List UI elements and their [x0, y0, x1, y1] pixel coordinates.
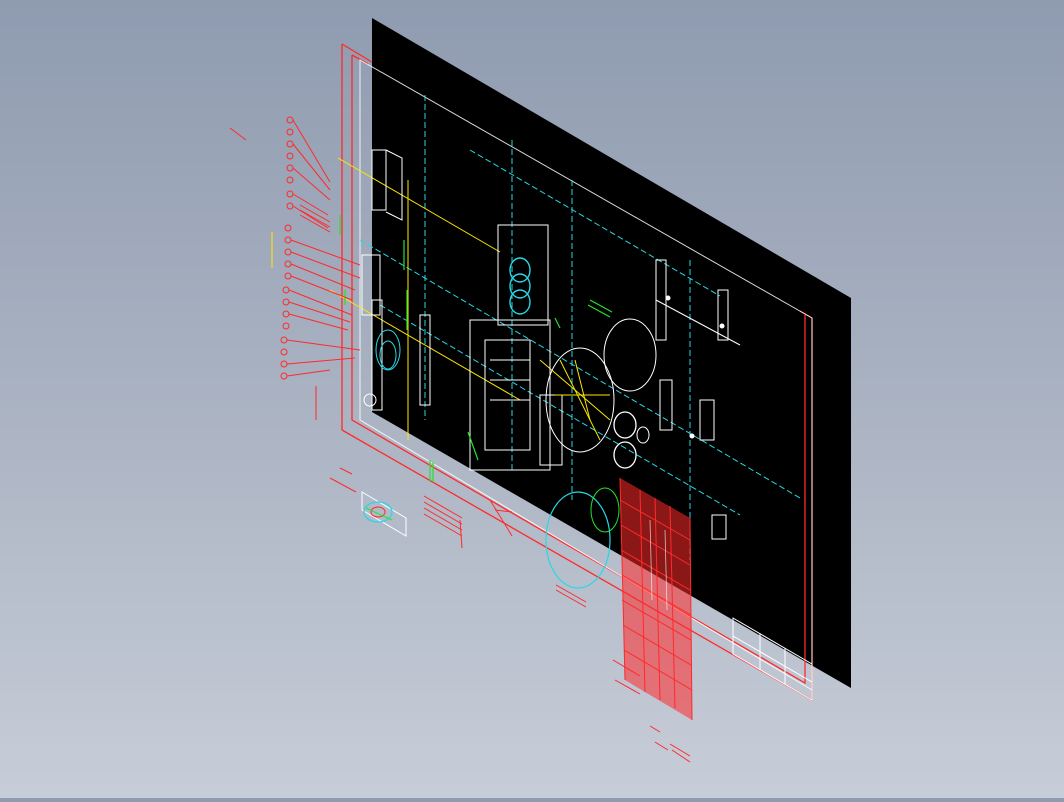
drawing-sheet [372, 18, 851, 688]
drawing-canvas[interactable] [0, 0, 1064, 798]
balloon-callouts-left [229, 116, 361, 420]
parts-list-table [612, 477, 693, 721]
detail-view [361, 491, 407, 537]
bottom-notes [649, 725, 691, 763]
cad-viewport[interactable] [0, 0, 1064, 798]
